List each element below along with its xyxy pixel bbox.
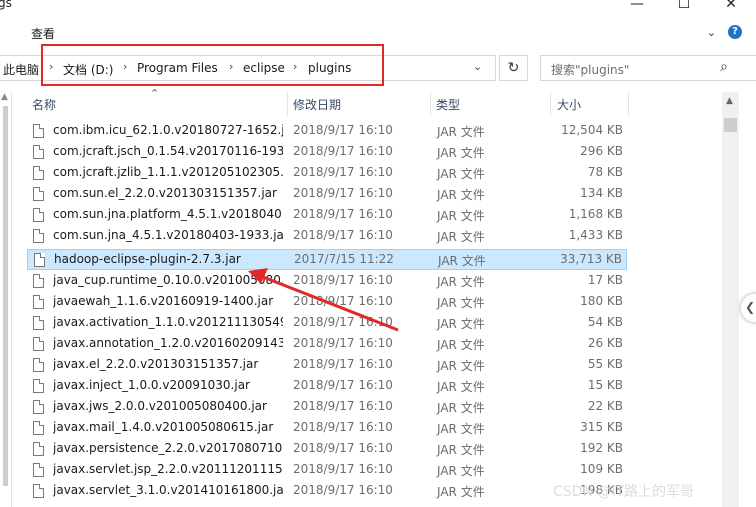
annotation-arrow-line bbox=[257, 273, 399, 332]
annotation-arrow bbox=[248, 268, 399, 332]
watermark: CSDN @IT路上的军哥 bbox=[553, 484, 695, 500]
annotation-arrow-head bbox=[248, 268, 268, 284]
